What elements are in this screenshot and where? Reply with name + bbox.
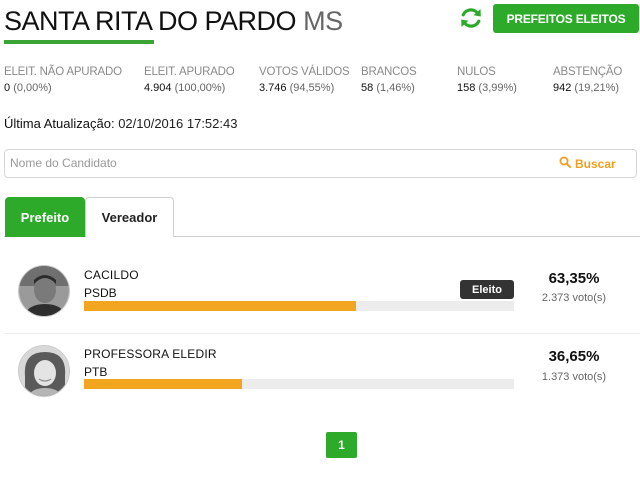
stat-percent: (100,00%) [174, 82, 226, 94]
candidate-votes: 1.373 voto(s) [541, 371, 607, 383]
state-code: MS [303, 6, 343, 36]
candidate-party: PSDB [84, 286, 117, 300]
candidate-name: CACILDO [84, 268, 139, 282]
tab-prefeito[interactable]: Prefeito [5, 197, 85, 237]
candidate-search-input[interactable] [10, 154, 510, 172]
title-underline [4, 40, 154, 44]
stat-value: 942 [553, 82, 572, 94]
city-name: SANTA RITA DO PARDO [4, 6, 297, 36]
candidate-percent: 63,35% [548, 270, 600, 287]
stat-percent: (0,00%) [13, 82, 52, 94]
elected-badge: Eleito [460, 280, 514, 299]
search-box: Buscar [4, 149, 637, 178]
refresh-icon[interactable] [458, 5, 484, 31]
search-button[interactable]: Buscar [559, 156, 616, 171]
stat-percent: (3,99%) [478, 82, 517, 94]
stat-value: 0 [4, 82, 11, 94]
stat-value: 158 [457, 82, 476, 94]
stat-percent: (1,46%) [376, 82, 415, 94]
page-button-current[interactable]: 1 [326, 432, 357, 458]
stat-brancos: BRANCOS 58 (1,46%) [361, 66, 417, 94]
stat-label: ELEIT. NÃO APURADO [4, 66, 122, 78]
stat-value: 4.904 [144, 82, 172, 94]
candidate-avatar [18, 265, 70, 317]
vote-bar-fill [84, 379, 242, 389]
last-update-label: Última Atualização: [4, 116, 115, 131]
stat-label: NULOS [457, 66, 496, 78]
stat-label: ABSTENÇÃO [553, 66, 623, 78]
stat-apurado: ELEIT. APURADO 4.904 (100,00%) [144, 66, 235, 94]
stat-percent: (19,21%) [574, 82, 620, 94]
candidate-votes: 2.373 voto(s) [541, 292, 607, 304]
stat-label: VOTOS VÁLIDOS [259, 66, 350, 78]
stat-label: ELEIT. APURADO [144, 66, 235, 78]
stat-value: 3.746 [259, 82, 287, 94]
stat-votos-validos: VOTOS VÁLIDOS 3.746 (94,55%) [259, 66, 350, 94]
last-update: Última Atualização: 02/10/2016 17:52:43 [4, 116, 237, 131]
row-divider [4, 333, 640, 334]
city-title: SANTA RITA DO PARDO MS [4, 6, 343, 37]
candidate-avatar [18, 345, 70, 397]
vote-bar-fill [84, 301, 357, 311]
search-icon [559, 156, 571, 171]
candidate-party: PTB [84, 365, 108, 379]
search-button-label: Buscar [575, 156, 616, 171]
tab-vereador[interactable]: Vereador [85, 197, 174, 237]
stat-value: 58 [361, 82, 374, 94]
stat-percent: (94,55%) [289, 82, 335, 94]
prefeitos-eleitos-button[interactable]: PREFEITOS ELEITOS [493, 4, 639, 33]
stat-nao-apurado: ELEIT. NÃO APURADO 0 (0,00%) [4, 66, 122, 94]
vote-bar-track [84, 379, 514, 389]
last-update-time: 02/10/2016 17:52:43 [118, 116, 238, 131]
vote-bar-track [84, 301, 514, 311]
stat-nulos: NULOS 158 (3,99%) [457, 66, 517, 94]
candidate-percent: 36,65% [548, 348, 600, 365]
stat-label: BRANCOS [361, 66, 417, 78]
candidate-name: PROFESSORA ELEDIR [84, 347, 217, 361]
stat-abstencao: ABSTENÇÃO 942 (19,21%) [553, 66, 622, 94]
